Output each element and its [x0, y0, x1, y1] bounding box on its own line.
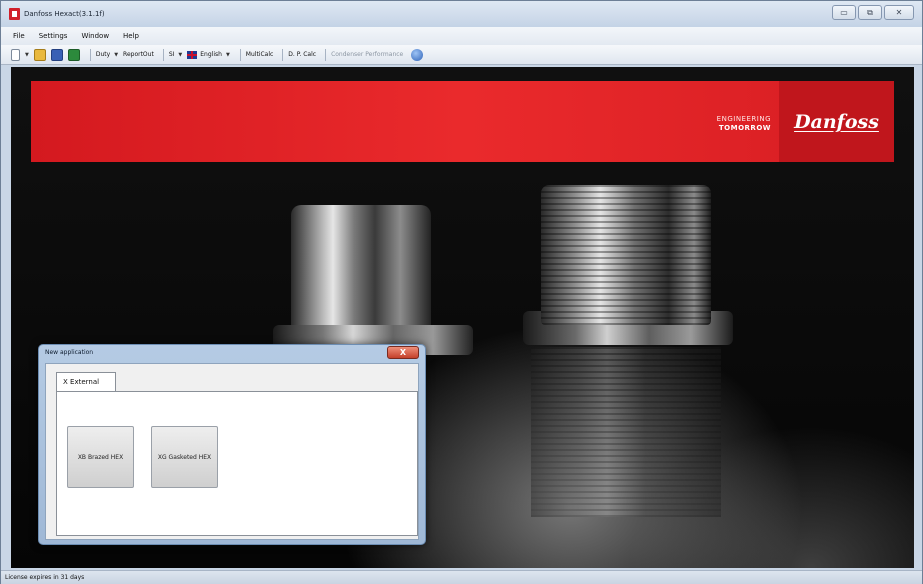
xg-gasketed-hex-button[interactable]: XG Gasketed HEX	[151, 426, 218, 488]
toolbar-separator	[162, 48, 164, 61]
menu-help[interactable]: Help	[123, 32, 139, 40]
tagline-line2: TOMORROW	[718, 124, 771, 132]
tab-x-external[interactable]: X External	[56, 372, 116, 392]
condenser-performance-button[interactable]: Condenser Performance	[331, 51, 403, 58]
dialog-title: New application	[45, 349, 94, 356]
license-status: License expires in 31 days	[5, 574, 85, 581]
units-dropdown-arrow[interactable]: ▼	[178, 52, 182, 58]
language-dropdown-arrow[interactable]: ▼	[226, 52, 230, 58]
window-title: Danfoss Hexact(3.1.1f)	[24, 10, 105, 18]
app-window: Danfoss Hexact(3.1.1f) ▭ ⧉ ✕ File Settin…	[0, 0, 923, 584]
xb-brazed-hex-button[interactable]: XB Brazed HEX	[67, 426, 134, 488]
new-application-dialog: New application X X External XB Brazed H…	[38, 344, 426, 545]
duty-dropdown-arrow[interactable]: ▼	[114, 52, 118, 58]
duty-dropdown[interactable]: Duty	[96, 51, 110, 58]
danfoss-banner: ENGINEERING TOMORROW Danfoss	[31, 81, 894, 162]
dialog-body: X External XB Brazed HEX XG Gasketed HEX	[45, 363, 419, 540]
danfoss-app-icon	[9, 8, 20, 20]
toolbar: ▼ Duty ▼ ReportOut SI ▼ English ▼ MultiC…	[1, 45, 922, 65]
pipe-fitting-left	[291, 205, 431, 333]
maximize-button[interactable]: ⧉	[858, 5, 882, 20]
minimize-button[interactable]: ▭	[832, 5, 856, 20]
window-controls: ▭ ⧉ ✕	[832, 5, 914, 20]
open-folder-icon[interactable]	[33, 48, 46, 61]
danfoss-logo: Danfoss	[779, 81, 894, 162]
reportout-button[interactable]: ReportOut	[123, 51, 154, 58]
dpcalc-button[interactable]: D. P. Calc	[288, 51, 316, 58]
menu-bar: File Settings Window Help	[1, 27, 922, 45]
close-button[interactable]: ✕	[884, 5, 914, 20]
menu-file[interactable]: File	[13, 32, 25, 40]
language-dropdown[interactable]: English	[200, 51, 222, 58]
units-dropdown[interactable]: SI	[169, 51, 175, 58]
banner-tagline: ENGINEERING TOMORROW	[717, 115, 771, 133]
multicalc-button[interactable]: MultiCalc	[246, 51, 274, 58]
fitting-reflection	[531, 347, 721, 517]
menu-settings[interactable]: Settings	[39, 32, 68, 40]
dialog-close-button[interactable]: X	[387, 346, 419, 359]
tab-panel: XB Brazed HEX XG Gasketed HEX	[56, 391, 418, 536]
uk-flag-icon	[187, 50, 198, 59]
tagline-line1: ENGINEERING	[716, 115, 771, 123]
toolbar-separator	[325, 48, 327, 61]
title-bar: Danfoss Hexact(3.1.1f) ▭ ⧉ ✕	[1, 1, 922, 27]
toolbar-separator	[239, 48, 241, 61]
help-globe-icon[interactable]	[411, 48, 424, 61]
pipe-fitting-right-threaded	[541, 185, 711, 325]
toolbar-separator	[282, 48, 284, 61]
menu-window[interactable]: Window	[81, 32, 109, 40]
danfoss-logo-text: Danfoss	[794, 110, 879, 133]
status-bar: License expires in 31 days	[1, 570, 922, 584]
new-dropdown-arrow[interactable]: ▼	[25, 52, 29, 58]
new-file-icon[interactable]	[11, 48, 20, 61]
save-icon[interactable]	[50, 48, 63, 61]
toolbar-separator	[89, 48, 91, 61]
excel-export-icon[interactable]	[67, 48, 80, 61]
